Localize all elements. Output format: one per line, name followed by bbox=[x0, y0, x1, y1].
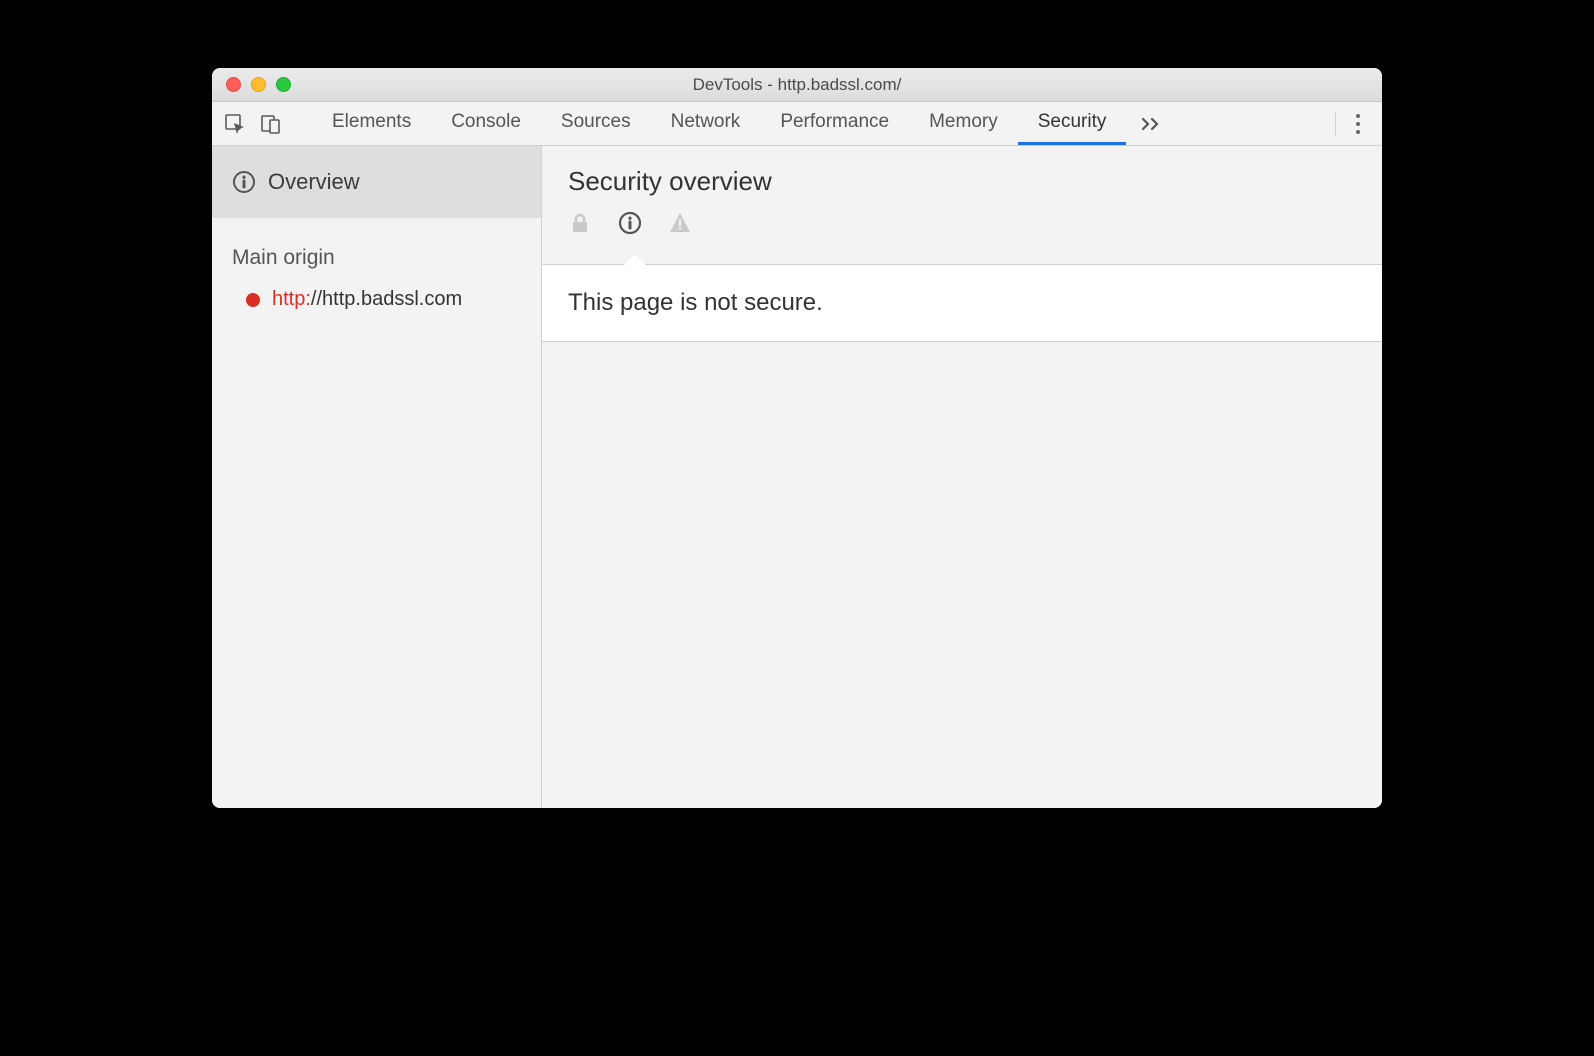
minimize-button[interactable] bbox=[251, 77, 266, 92]
origin-scheme: http: bbox=[272, 288, 311, 310]
close-button[interactable] bbox=[226, 77, 241, 92]
info-icon bbox=[232, 170, 256, 194]
sidebar-section-heading: Main origin bbox=[212, 218, 541, 282]
tab-elements[interactable]: Elements bbox=[312, 102, 431, 145]
inspect-element-icon[interactable] bbox=[224, 113, 246, 135]
origin-status-dot bbox=[246, 293, 260, 307]
window-title: DevTools - http.badssl.com/ bbox=[212, 75, 1382, 95]
tab-performance[interactable]: Performance bbox=[760, 102, 909, 145]
traffic-lights bbox=[212, 77, 291, 92]
lock-icon[interactable] bbox=[568, 211, 592, 235]
origin-url: http://http.badssl.com bbox=[272, 288, 462, 311]
tab-network[interactable]: Network bbox=[651, 102, 761, 145]
zoom-button[interactable] bbox=[276, 77, 291, 92]
toolbar-divider bbox=[1335, 111, 1336, 137]
tabs-overflow-icon[interactable] bbox=[1126, 102, 1176, 145]
info-icon[interactable] bbox=[618, 211, 642, 235]
warning-icon[interactable] bbox=[668, 211, 692, 235]
status-pointer-caret bbox=[624, 254, 646, 265]
toolbar-right bbox=[1335, 108, 1370, 140]
security-overview-heading: Security overview bbox=[542, 146, 1382, 211]
tab-sources[interactable]: Sources bbox=[541, 102, 651, 145]
status-pointer-row bbox=[542, 253, 1382, 265]
security-main-panel: Security overview bbox=[542, 146, 1382, 808]
device-toggle-icon[interactable] bbox=[260, 113, 282, 135]
devtools-tabs: Elements Console Sources Network Perform… bbox=[312, 102, 1176, 145]
tab-memory[interactable]: Memory bbox=[909, 102, 1018, 145]
tab-console[interactable]: Console bbox=[431, 102, 541, 145]
toolbar-left bbox=[224, 113, 282, 135]
settings-menu-icon[interactable] bbox=[1346, 108, 1370, 140]
origin-row[interactable]: http://http.badssl.com bbox=[212, 282, 541, 317]
security-message: This page is not secure. bbox=[542, 265, 1382, 342]
devtools-window: DevTools - http.badssl.com/ Elements Con… bbox=[212, 68, 1382, 808]
security-sidebar: Overview Main origin http://http.badssl.… bbox=[212, 146, 542, 808]
devtools-toolbar: Elements Console Sources Network Perform… bbox=[212, 102, 1382, 146]
sidebar-overview-row[interactable]: Overview bbox=[212, 146, 541, 218]
security-status-icons bbox=[542, 211, 1382, 253]
panel-body: Overview Main origin http://http.badssl.… bbox=[212, 146, 1382, 808]
overview-label: Overview bbox=[268, 169, 360, 195]
tab-security[interactable]: Security bbox=[1018, 102, 1127, 145]
titlebar: DevTools - http.badssl.com/ bbox=[212, 68, 1382, 102]
origin-host: //http.badssl.com bbox=[311, 288, 462, 310]
